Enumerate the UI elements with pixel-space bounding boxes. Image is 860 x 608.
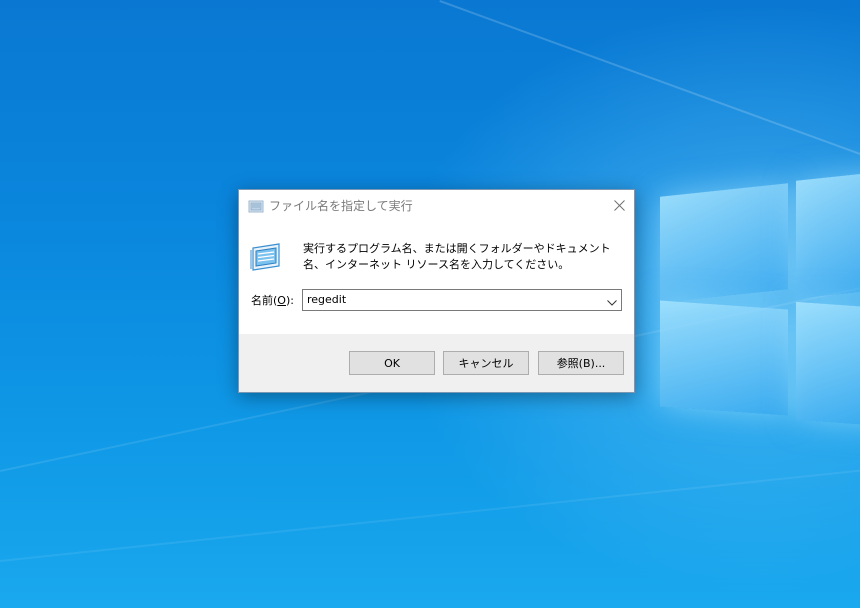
ok-button[interactable]: OK <box>349 351 435 375</box>
open-input[interactable]: regedit <box>307 293 346 306</box>
windows-logo-pane <box>796 171 860 299</box>
open-label-prefix: 名前( <box>251 294 278 307</box>
dialog-description: 実行するプログラム名、または開くフォルダーやドキュメント名、インターネット リソ… <box>303 242 611 271</box>
dialog-title-bar[interactable]: ファイル名を指定して実行 <box>239 190 634 220</box>
run-dialog: ファイル名を指定して実行 実行するプログラム名、または開くフォルダーやドキュメン… <box>238 189 635 393</box>
close-icon <box>613 196 625 215</box>
open-combobox[interactable]: regedit <box>302 289 622 311</box>
combo-dropdown-button[interactable] <box>603 290 621 310</box>
browse-button[interactable]: 参照(B)... <box>538 351 624 375</box>
cancel-button[interactable]: キャンセル <box>443 351 529 375</box>
dialog-body: 実行するプログラム名、または開くフォルダーやドキュメント名、インターネット リソ… <box>239 220 634 334</box>
close-button[interactable] <box>604 190 634 220</box>
open-label-suffix: ): <box>285 294 294 307</box>
chevron-down-icon <box>607 291 617 310</box>
open-label-mnemonic: O <box>277 294 286 307</box>
wallpaper-light-beam <box>0 465 860 562</box>
dialog-title: ファイル名を指定して実行 <box>269 199 413 213</box>
run-icon <box>249 242 283 272</box>
windows-logo-pane <box>660 300 788 416</box>
windows-logo <box>660 160 860 460</box>
open-label: 名前(O): <box>251 292 294 308</box>
dialog-footer: OK キャンセル 参照(B)... <box>239 334 634 392</box>
windows-logo-pane <box>796 301 860 427</box>
windows-logo-pane <box>660 183 788 303</box>
run-icon <box>248 198 264 213</box>
wallpaper-light-beam <box>439 0 860 180</box>
